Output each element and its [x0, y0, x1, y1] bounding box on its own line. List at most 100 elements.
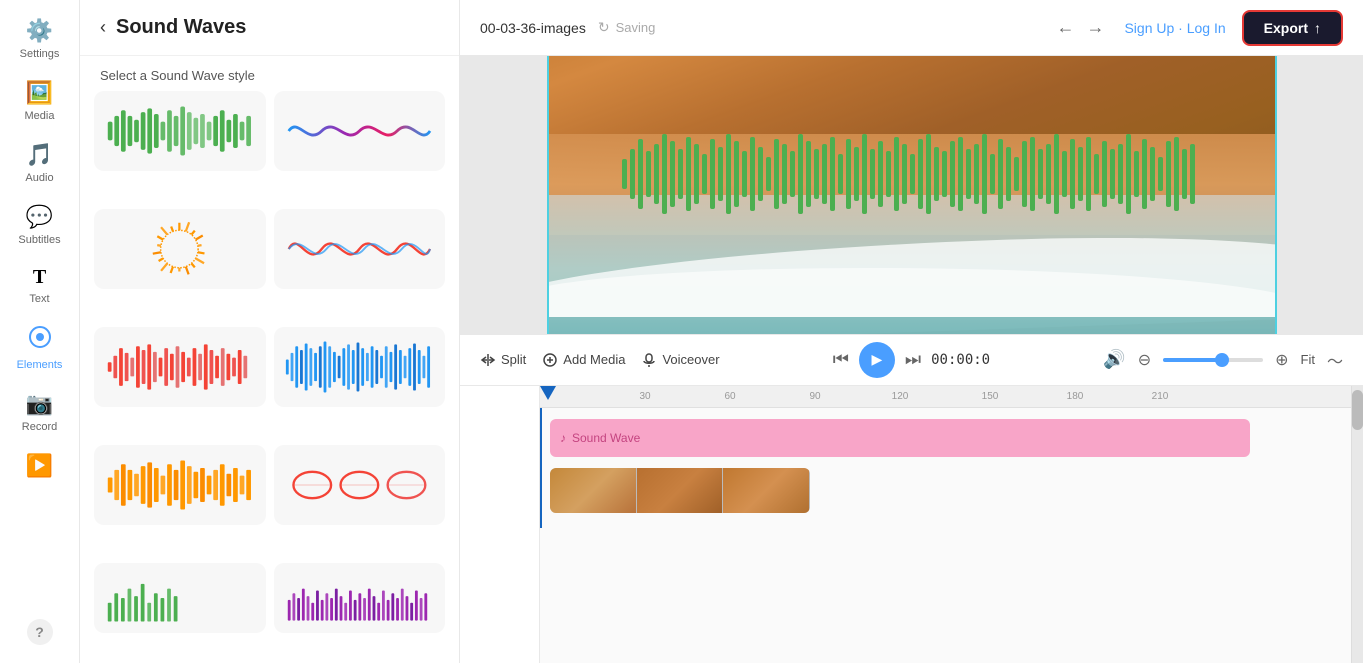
video-track-row [540, 468, 1351, 518]
ruler-mark-30: 30 [639, 391, 650, 402]
split-label: Split [501, 352, 526, 367]
wave-style-loop-red[interactable] [274, 445, 446, 525]
sidebar-item-elements[interactable]: Elements [5, 317, 75, 379]
add-media-button[interactable]: Add Media [542, 352, 625, 368]
timeline-ruler: 30 60 90 120 150 180 210 [540, 386, 1351, 408]
panel-header: ‹ Sound Waves [80, 0, 459, 56]
record-icon: 📷 [26, 391, 53, 417]
timeline-controls: Split Add Media Voiceover ⏮ ▶ ⏭ 00:00:0 … [460, 334, 1363, 386]
settings-icon: ⚙️ [26, 18, 53, 44]
project-name: 00-03-36-images [480, 20, 586, 36]
playhead-marker [540, 386, 556, 400]
wave-style-bars-orange[interactable] [94, 445, 266, 525]
ruler-mark-90: 90 [809, 391, 820, 402]
video-thumb-3 [723, 468, 810, 513]
saving-label: Saving [616, 20, 656, 35]
more-icon: ▶️ [26, 453, 53, 479]
wave-style-bars-red[interactable] [94, 327, 266, 407]
zoom-slider[interactable] [1163, 358, 1263, 362]
sidebar: ⚙️ Settings 🖼️ Media 🎵 Audio 💬 Subtitles… [0, 0, 80, 663]
soundwave-track[interactable]: ♪ Sound Wave [550, 419, 1250, 457]
wave-preview-9 [104, 568, 255, 628]
auth-links[interactable]: Sign Up · Log In [1124, 20, 1225, 36]
sidebar-item-settings[interactable]: ⚙️ Settings [5, 10, 75, 68]
timeline-tracks: ♪ Sound Wave [540, 408, 1351, 528]
sidebar-item-more[interactable]: ▶️ [5, 445, 75, 487]
canvas-sound-wave-overlay [622, 129, 1202, 219]
wave-preview-1 [104, 101, 255, 161]
undo-button[interactable]: ← [1052, 13, 1078, 42]
export-icon: ↑ [1314, 20, 1321, 36]
time-display: 00:00:0 [931, 352, 990, 368]
playhead-line [540, 408, 542, 528]
sidebar-item-text[interactable]: T Text [5, 258, 75, 313]
waveform-display-icon: 〜 [1327, 348, 1343, 372]
video-track[interactable] [550, 468, 810, 513]
split-button[interactable]: Split [480, 352, 526, 368]
scrollbar-thumb[interactable] [1352, 390, 1363, 430]
sidebar-item-audio[interactable]: 🎵 Audio [5, 134, 75, 192]
ruler-mark-60: 60 [724, 391, 735, 402]
subtitles-icon: 💬 [26, 204, 53, 230]
wave-style-bars-green[interactable] [94, 91, 266, 171]
rewind-button[interactable]: ⏮ [833, 349, 849, 370]
timeline-left-panel [460, 386, 540, 663]
video-thumb-2 [637, 468, 724, 513]
right-controls: 🔊 ⊖ ⊕ Fit 〜 [1103, 348, 1343, 372]
wave-preview-3 [104, 219, 255, 279]
saving-spinner-icon: ↻ [598, 19, 610, 36]
track-soundwave-label: Sound Wave [572, 431, 640, 445]
undo-redo-controls: ← → [1052, 13, 1108, 42]
play-button[interactable]: ▶ [859, 342, 895, 378]
canvas-area [460, 56, 1363, 334]
wave-style-grid [80, 91, 459, 663]
split-icon [480, 352, 496, 368]
canvas-frame[interactable] [547, 56, 1277, 334]
fit-label: Fit [1301, 352, 1315, 367]
wave-style-bars-blue[interactable] [274, 327, 446, 407]
media-icon: 🖼️ [26, 80, 53, 106]
panel-title: Sound Waves [116, 16, 246, 39]
zoom-in-icon: ⊕ [1275, 350, 1288, 370]
wave-style-bars-purple[interactable] [274, 563, 446, 633]
sidebar-item-help[interactable]: ? [5, 611, 75, 653]
sidebar-item-subtitles[interactable]: 💬 Subtitles [5, 196, 75, 254]
help-icon: ? [27, 619, 53, 645]
add-media-icon [542, 352, 558, 368]
voiceover-button[interactable]: Voiceover [641, 352, 719, 368]
zoom-out-icon: ⊖ [1138, 350, 1151, 370]
volume-icon: 🔊 [1103, 349, 1125, 370]
signup-link[interactable]: Sign Up [1124, 20, 1174, 36]
wave-style-bars-green2[interactable] [94, 563, 266, 633]
sidebar-item-record[interactable]: 📷 Record [5, 383, 75, 441]
export-label: Export [1264, 20, 1308, 36]
wave-style-wave-colorful[interactable] [274, 91, 446, 171]
wave-preview-5 [104, 337, 255, 397]
timeline-right-panel: 30 60 90 120 150 180 210 ♪ Sound Wave [540, 386, 1351, 663]
ruler-mark-210: 210 [1152, 391, 1169, 402]
soundwave-track-row: ♪ Sound Wave [540, 414, 1351, 464]
canvas-wave-visualization [622, 129, 1202, 219]
redo-button[interactable]: → [1082, 13, 1108, 42]
add-media-label: Add Media [563, 352, 625, 367]
wave-style-sine-multicolor[interactable] [274, 209, 446, 289]
back-button[interactable]: ‹ [100, 17, 106, 38]
wave-style-circle-orange[interactable] [94, 209, 266, 289]
timeline: 30 60 90 120 150 180 210 ♪ Sound Wave [460, 386, 1363, 663]
vertical-scrollbar[interactable] [1351, 386, 1363, 663]
wave-preview-8 [284, 455, 435, 515]
audio-icon: 🎵 [26, 142, 53, 168]
topbar-actions: ← → Sign Up · Log In Export ↑ [1052, 10, 1343, 46]
topbar: 00-03-36-images ↻ Saving ← → Sign Up · L… [460, 0, 1363, 56]
login-link[interactable]: Log In [1187, 20, 1226, 36]
wave-preview-4 [284, 219, 435, 279]
saving-status: ↻ Saving [598, 19, 655, 36]
track-soundwave-icon: ♪ [560, 431, 566, 445]
text-icon: T [33, 266, 46, 289]
voiceover-label: Voiceover [662, 352, 719, 367]
auth-separator: · [1178, 20, 1187, 36]
sidebar-item-media[interactable]: 🖼️ Media [5, 72, 75, 130]
ruler-mark-180: 180 [1067, 391, 1084, 402]
export-button[interactable]: Export ↑ [1242, 10, 1343, 46]
forward-button[interactable]: ⏭ [905, 349, 921, 370]
